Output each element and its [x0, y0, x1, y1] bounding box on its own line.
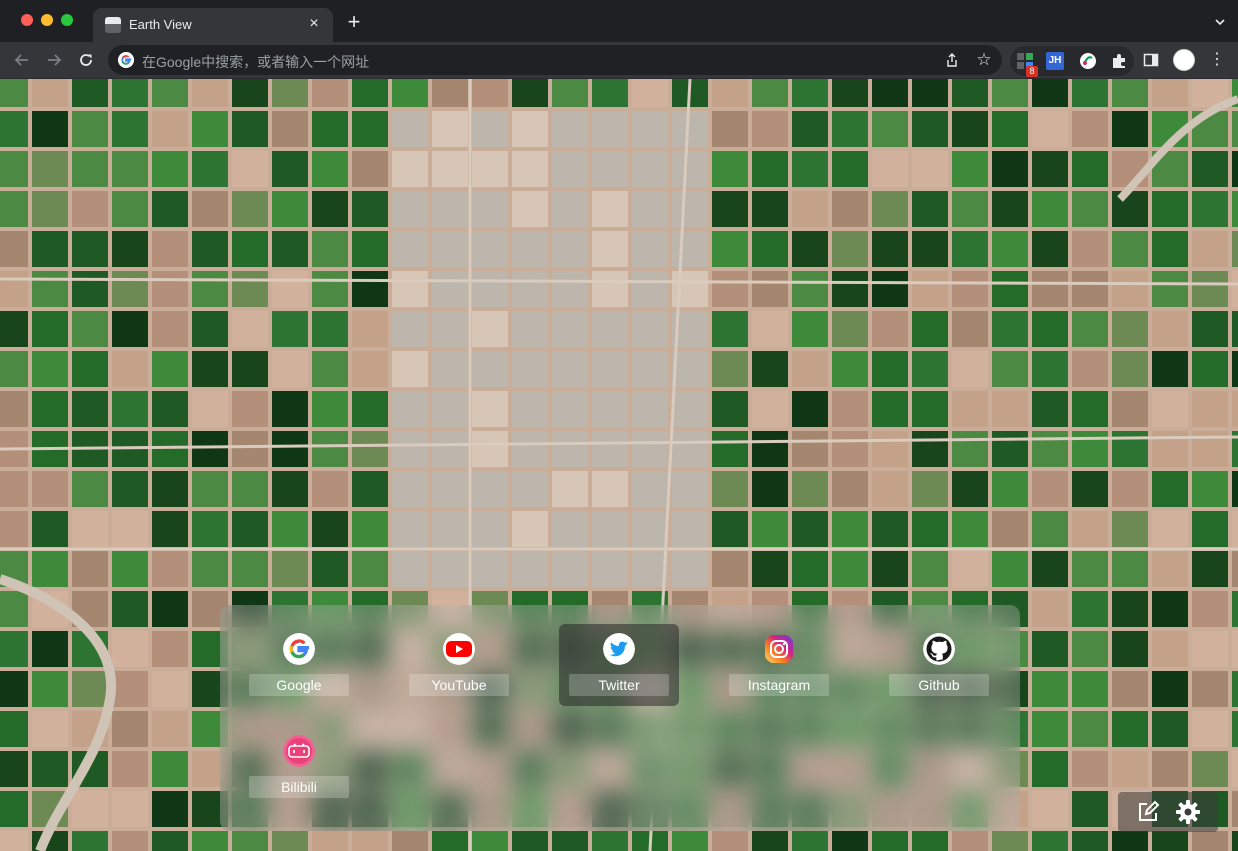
- shortcut-youtube[interactable]: YouTube: [399, 624, 519, 706]
- reload-icon[interactable]: [76, 50, 96, 70]
- shortcut-label: Google: [249, 674, 349, 696]
- corner-toolbar: [1118, 792, 1218, 832]
- google-g-icon: [118, 52, 134, 68]
- address-bar-placeholder: 在Google中搜索，或者输入一个网址: [142, 54, 370, 70]
- bilibili-icon: [283, 735, 315, 767]
- new-tab-page: Google YouTube Twitter Instagram Github …: [0, 79, 1238, 851]
- minimize-window-button[interactable]: [41, 14, 53, 26]
- new-tab-button[interactable]: +: [344, 11, 364, 33]
- github-icon: [923, 633, 955, 665]
- shortcuts-panel: Google YouTube Twitter Instagram Github …: [220, 605, 1020, 831]
- shortcut-label: Twitter: [569, 674, 669, 696]
- earth-view-favicon-icon: [105, 17, 121, 33]
- shortcut-label: Instagram: [729, 674, 829, 696]
- tab-search-chevron-icon[interactable]: [1214, 16, 1226, 28]
- fullscreen-window-button[interactable]: [61, 14, 73, 26]
- shortcut-bilibili[interactable]: Bilibili: [239, 726, 359, 808]
- shortcut-github[interactable]: Github: [879, 624, 999, 706]
- profile-avatar[interactable]: [1173, 49, 1195, 71]
- tab-earth-view[interactable]: Earth View ×: [93, 8, 333, 42]
- google-icon: [283, 633, 315, 665]
- side-panel-icon[interactable]: [1143, 52, 1159, 68]
- share-icon[interactable]: [944, 52, 960, 68]
- tab-strip: Earth View × +: [0, 0, 1238, 42]
- instagram-icon: [765, 635, 793, 663]
- shortcut-twitter[interactable]: Twitter: [559, 624, 679, 706]
- shortcut-label: YouTube: [409, 674, 509, 696]
- gear-icon[interactable]: [1175, 799, 1201, 825]
- extension-badge-count: 8: [1026, 66, 1038, 77]
- browser-menu-icon[interactable]: ⋮: [1208, 51, 1226, 69]
- shortcut-instagram[interactable]: Instagram: [719, 624, 839, 706]
- close-tab-icon[interactable]: ×: [305, 15, 323, 33]
- shortcut-google[interactable]: Google: [239, 624, 359, 706]
- browser-toolbar: 在Google中搜索，或者输入一个网址 ☆ 8 JH ⋮: [0, 42, 1238, 79]
- tab-title: Earth View: [129, 17, 192, 32]
- green-link-extension-icon[interactable]: [1079, 52, 1097, 70]
- back-arrow-icon[interactable]: [12, 50, 32, 70]
- address-bar[interactable]: 在Google中搜索，或者输入一个网址 ☆: [108, 45, 1002, 75]
- twitter-icon: [603, 633, 635, 665]
- close-window-button[interactable]: [21, 14, 33, 26]
- puzzle-extensions-icon[interactable]: [1110, 52, 1128, 70]
- edit-icon[interactable]: [1135, 799, 1161, 825]
- extensions-group: 8 JH: [1010, 46, 1134, 77]
- shortcut-label: Github: [889, 674, 989, 696]
- shortcut-label: Bilibili: [249, 776, 349, 798]
- youtube-icon: [443, 633, 475, 665]
- bookmark-star-icon[interactable]: ☆: [974, 50, 994, 70]
- jh-extension-icon[interactable]: JH: [1046, 52, 1064, 70]
- forward-arrow-icon[interactable]: [44, 50, 64, 70]
